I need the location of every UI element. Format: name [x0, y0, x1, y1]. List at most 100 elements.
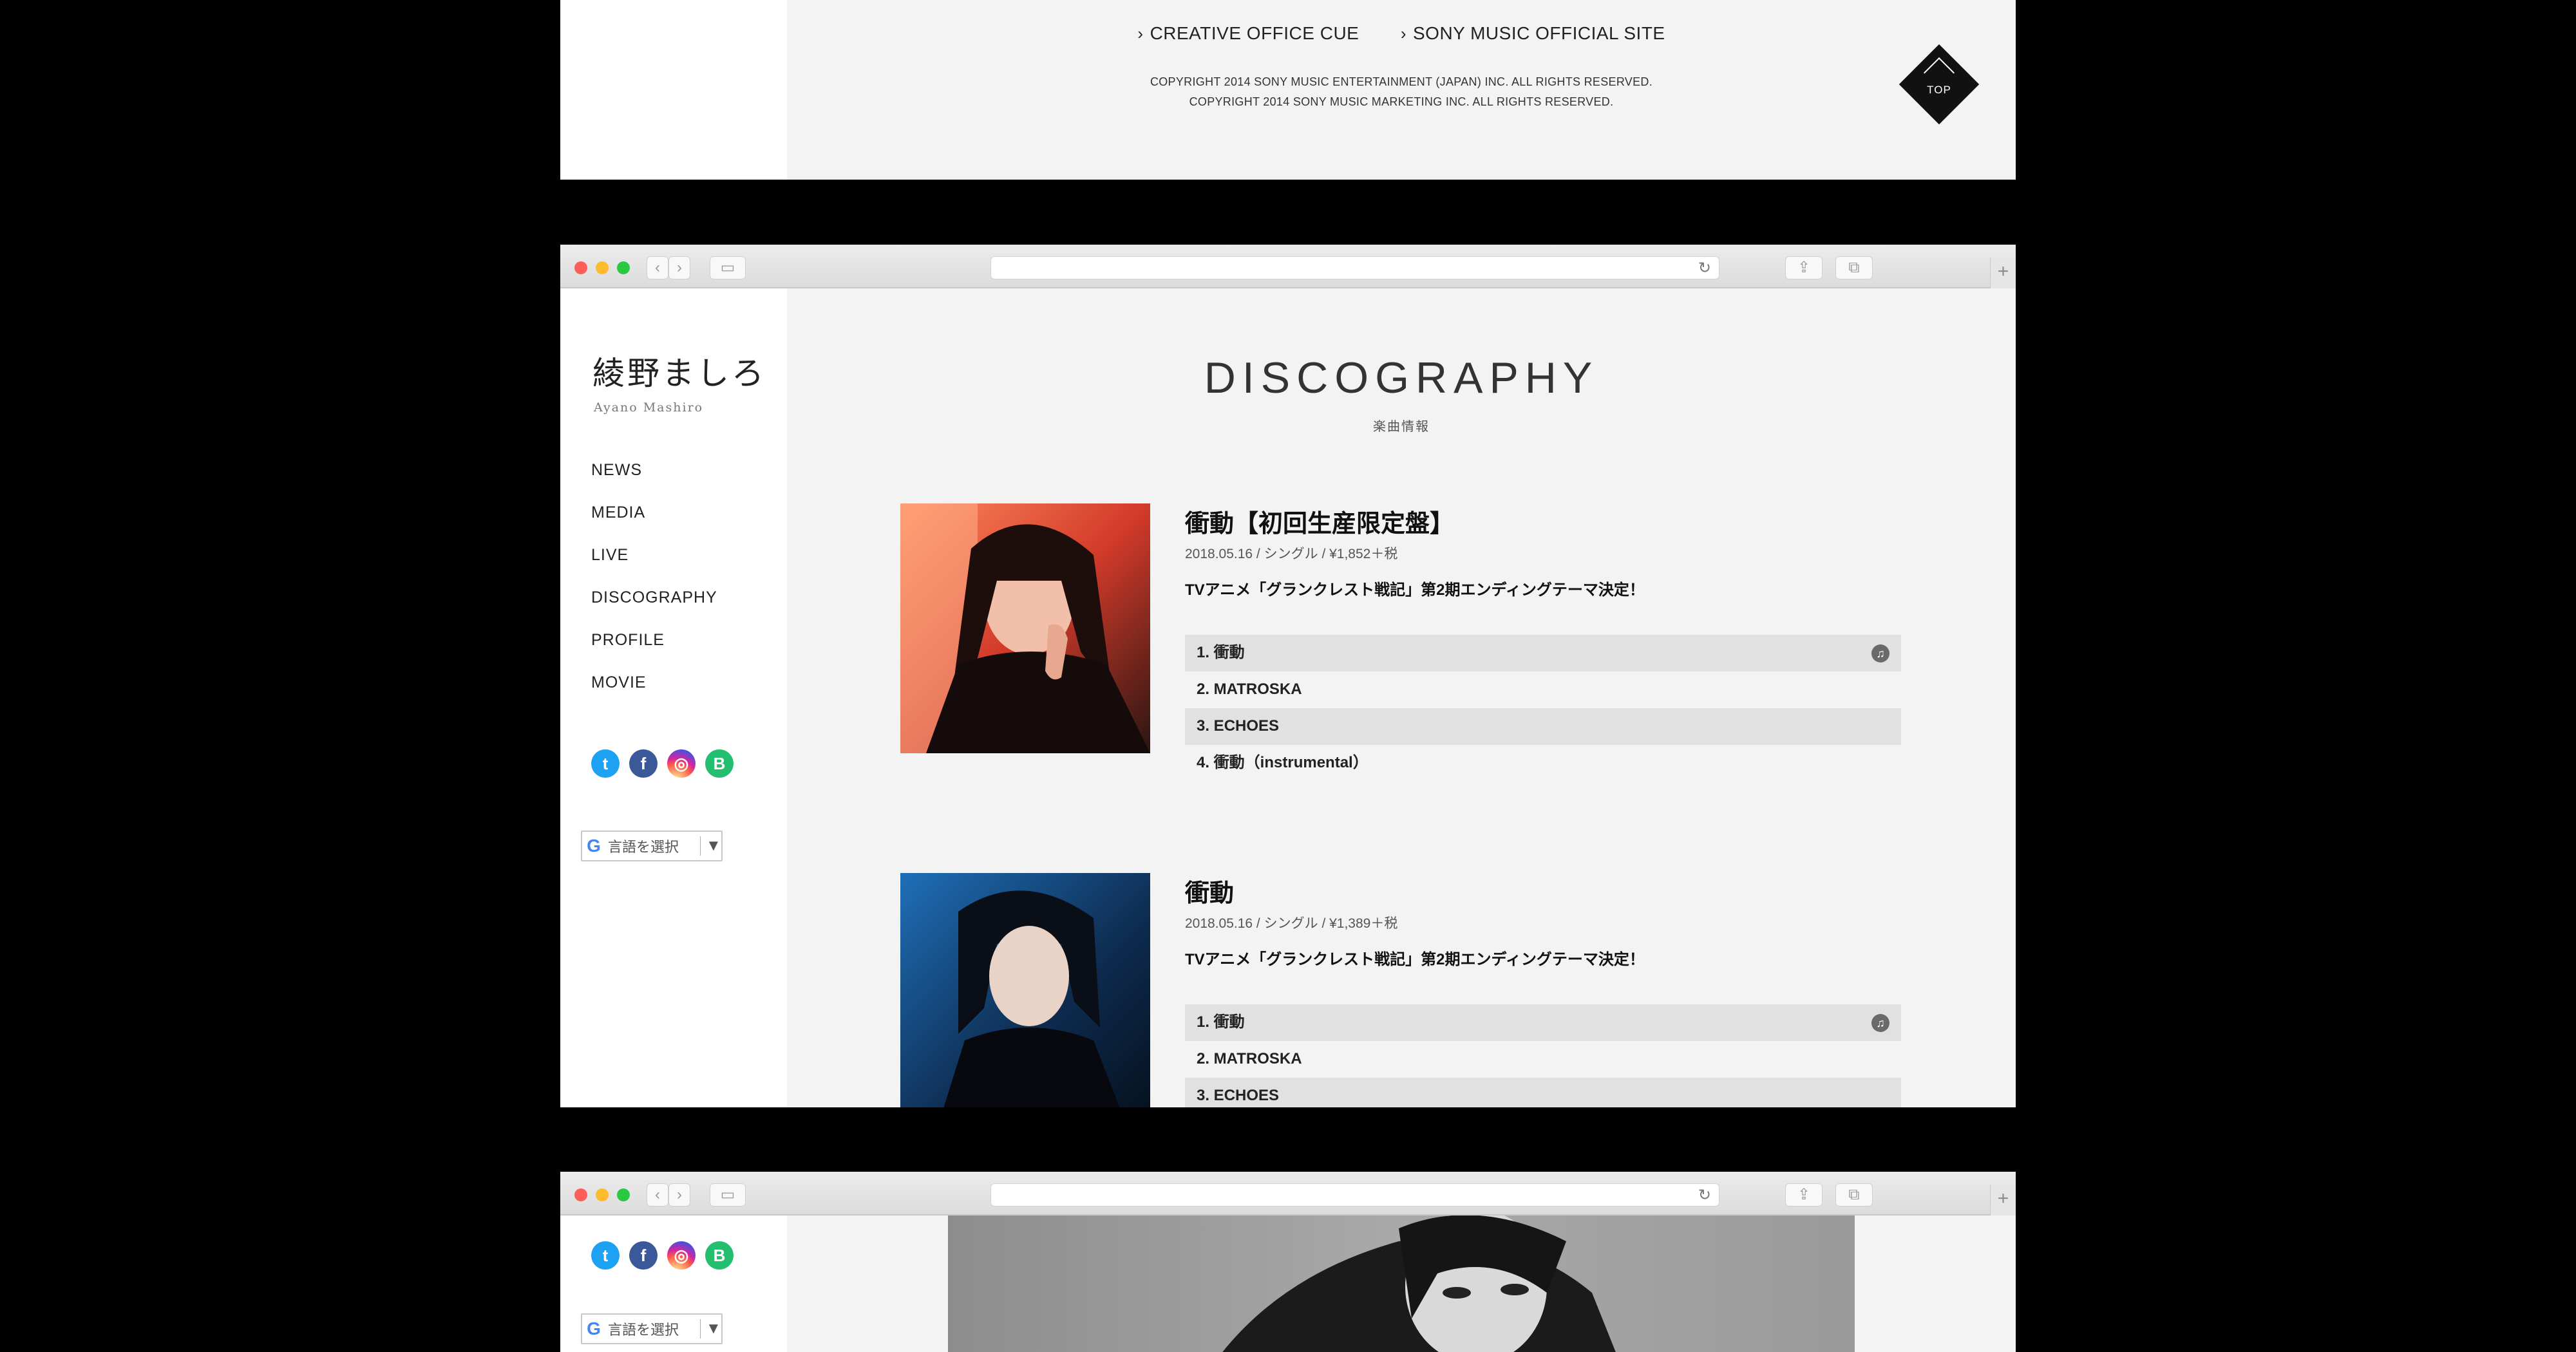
copyright-line: COPYRIGHT 2014 SONY MUSIC ENTERTAINMENT … [1150, 75, 1653, 88]
track-label: 3. ECHOES [1197, 1087, 1280, 1104]
footer-link-sony-music[interactable]: › SONY MUSIC OFFICIAL SITE [1401, 23, 1665, 44]
share-button[interactable]: ⇪ [1785, 256, 1823, 279]
release-description: TVアニメ「グランクレスト戦記」第2期エンディングテーマ決定！ [1185, 581, 1645, 599]
nav-item-profile[interactable]: PROFILE [591, 631, 717, 673]
nav-item-movie[interactable]: MOVIE [591, 673, 717, 716]
close-window-button[interactable] [574, 1188, 587, 1201]
release-meta: 2018.05.16 / シングル / ¥1,389＋税 [1185, 916, 1398, 931]
profile-window: ‹ › ▭ ↻ ⇪ ⧉ + t f ◎ B G 言語を選択 ▼ [560, 1172, 2016, 1352]
tabs-icon: ⧉ [1848, 1186, 1860, 1203]
release-meta: 2018.05.16 / シングル / ¥1,852＋税 [1185, 547, 1398, 561]
track-label: 2. MATROSKA [1197, 1050, 1302, 1067]
track-label: 1. 衝動 [1197, 644, 1245, 661]
discography-window: ‹ › ▭ ↻ ⇪ ⧉ + 綾野ましろ Ayano Mashiro NEWS M… [560, 245, 2016, 1107]
main-nav: NEWS MEDIA LIVE DISCOGRAPHY PROFILE MOVI… [591, 461, 717, 716]
twitter-icon[interactable]: t [591, 749, 620, 778]
social-links: t f ◎ B [591, 1241, 734, 1270]
instagram-icon[interactable]: ◎ [667, 749, 696, 778]
dropdown-arrow-icon: ▼ [706, 1320, 721, 1337]
blog-icon[interactable]: B [705, 749, 734, 778]
release-item: 衝動【初回生産限定盤】 2018.05.16 / シングル / ¥1,852＋税… [900, 503, 1905, 787]
footer-link-creative-office-cue[interactable]: › CREATIVE OFFICE CUE [1137, 23, 1359, 44]
zoom-window-button[interactable] [617, 1188, 630, 1201]
language-select[interactable]: G 言語を選択 ▼ [581, 1313, 723, 1344]
music-note-icon[interactable]: ♫ [1871, 1014, 1889, 1032]
copyright-line: COPYRIGHT 2014 SONY MUSIC MARKETING INC.… [1189, 95, 1614, 108]
divider [700, 836, 701, 856]
back-button[interactable]: ‹ [647, 256, 668, 279]
track-list: 1. 衝動 ♫ 2. MATROSKA 3. ECHOES 4. 衝動（instr… [1185, 635, 1901, 782]
album-cover[interactable] [900, 503, 1150, 753]
twitter-icon[interactable]: t [591, 1241, 620, 1270]
page-title: DISCOGRAPHY [1204, 353, 1599, 402]
blog-icon[interactable]: B [705, 1241, 734, 1270]
language-select-label: 言語を選択 [608, 839, 679, 855]
language-select[interactable]: G 言語を選択 ▼ [581, 831, 723, 861]
address-bar[interactable]: ↻ [990, 1183, 1719, 1206]
album-cover[interactable] [900, 873, 1150, 1107]
release-item: 衝動 2018.05.16 / シングル / ¥1,389＋税 TVアニメ「グラ… [900, 873, 1905, 1107]
divider [700, 1319, 701, 1338]
sidebar-icon: ▭ [720, 1186, 735, 1203]
nav-item-news[interactable]: NEWS [591, 461, 717, 503]
forward-button[interactable]: › [668, 1183, 690, 1206]
release-description: TVアニメ「グランクレスト戦記」第2期エンディングテーマ決定！ [1185, 951, 1645, 968]
track-item[interactable]: 1. 衝動 ♫ [1185, 635, 1901, 671]
track-list: 1. 衝動 ♫ 2. MATROSKA 3. ECHOES [1185, 1004, 1901, 1107]
nav-item-media[interactable]: MEDIA [591, 503, 717, 546]
address-bar[interactable]: ↻ [990, 256, 1719, 279]
new-tab-button[interactable]: + [1990, 1185, 2016, 1216]
page-subtitle: 楽曲情報 [1373, 420, 1430, 434]
browser-toolbar: ‹ › ▭ ↻ ⇪ ⧉ + [560, 1172, 2016, 1216]
release-title: 衝動 [1185, 880, 1235, 907]
track-item[interactable]: 3. ECHOES [1185, 708, 1901, 745]
nav-item-discography[interactable]: DISCOGRAPHY [591, 588, 717, 631]
tabs-button[interactable]: ⧉ [1835, 256, 1873, 279]
track-item[interactable]: 3. ECHOES [1185, 1078, 1901, 1107]
track-label: 3. ECHOES [1197, 717, 1280, 735]
footer-link-label: SONY MUSIC OFFICIAL SITE [1412, 23, 1665, 43]
instagram-icon[interactable]: ◎ [667, 1241, 696, 1270]
copyright: COPYRIGHT 2014 SONY MUSIC ENTERTAINMENT … [787, 72, 2016, 112]
release-title: 衝動【初回生産限定盤】 [1185, 511, 1455, 538]
track-item[interactable]: 1. 衝動 ♫ [1185, 1004, 1901, 1041]
nav-item-live[interactable]: LIVE [591, 546, 717, 588]
track-label: 1. 衝動 [1197, 1013, 1245, 1031]
track-item[interactable]: 4. 衝動（instrumental） [1185, 745, 1901, 782]
tabs-button[interactable]: ⧉ [1835, 1183, 1873, 1206]
forward-button[interactable]: › [668, 256, 690, 279]
reload-icon[interactable]: ↻ [1698, 1186, 1711, 1205]
language-select-label: 言語を選択 [608, 1322, 679, 1338]
facebook-icon[interactable]: f [629, 1241, 658, 1270]
facebook-icon[interactable]: f [629, 749, 658, 778]
footer-links: › CREATIVE OFFICE CUE › SONY MUSIC OFFICIA… [560, 23, 2016, 44]
back-button[interactable]: ‹ [647, 1183, 668, 1206]
back-to-top-button[interactable]: TOP [1899, 44, 1980, 125]
track-item[interactable]: 2. MATROSKA [1185, 671, 1901, 708]
zoom-window-button[interactable] [617, 261, 630, 274]
browser-toolbar: ‹ › ▭ ↻ ⇪ ⧉ + [560, 245, 2016, 288]
track-label: 4. 衝動（instrumental） [1197, 754, 1368, 771]
sidebar-toggle-button[interactable]: ▭ [710, 1183, 746, 1206]
minimize-window-button[interactable] [596, 1188, 609, 1201]
dropdown-arrow-icon: ▼ [706, 837, 721, 854]
music-note-icon[interactable]: ♫ [1871, 644, 1889, 662]
share-icon: ⇪ [1797, 259, 1811, 276]
google-icon: G [587, 1319, 601, 1338]
social-links: t f ◎ B [591, 749, 734, 778]
chevron-right-icon: › [677, 259, 682, 276]
google-icon: G [587, 836, 601, 856]
sidebar-toggle-button[interactable]: ▭ [710, 256, 746, 279]
track-label: 2. MATROSKA [1197, 681, 1302, 698]
close-window-button[interactable] [574, 261, 587, 274]
share-button[interactable]: ⇪ [1785, 1183, 1823, 1206]
chevron-right-icon: › [1137, 24, 1144, 43]
track-item[interactable]: 2. MATROSKA [1185, 1041, 1901, 1078]
new-tab-button[interactable]: + [1990, 258, 2016, 288]
share-icon: ⇪ [1797, 1186, 1811, 1203]
reload-icon[interactable]: ↻ [1698, 259, 1711, 277]
minimize-window-button[interactable] [596, 261, 609, 274]
artist-photo [948, 1216, 1855, 1352]
tabs-icon: ⧉ [1848, 259, 1860, 276]
site-logo[interactable]: 綾野ましろ [592, 348, 766, 394]
